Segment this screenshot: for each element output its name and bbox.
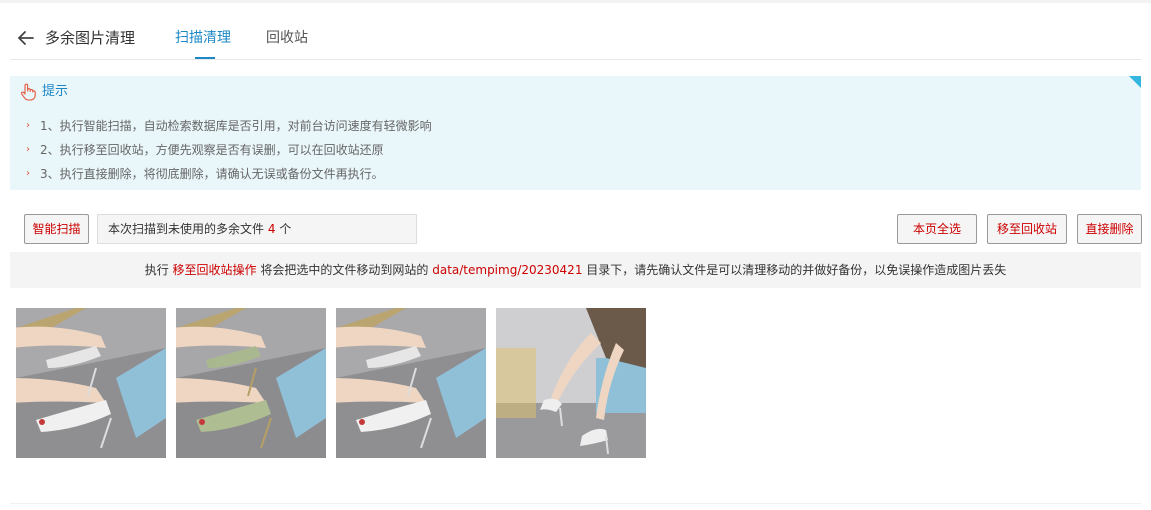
scan-result-summary: 本次扫描到未使用的多余文件 4 个 (97, 214, 417, 244)
bullet-icon: › (26, 144, 30, 155)
tip-item: › 2、执行移至回收站，方便先观察是否有误删，可以在回收站还原 (26, 138, 432, 162)
delete-button[interactable]: 直接删除 (1077, 214, 1142, 244)
notice-path: data/tempimg/20230421 (432, 263, 583, 277)
result-count: 4 (267, 222, 276, 236)
back-arrow-icon[interactable] (16, 28, 36, 48)
tip-text: 1、执行智能扫描，自动检索数据库是否引用，对前台访问速度有轻微影响 (40, 119, 432, 133)
active-tab-indicator (195, 57, 215, 59)
image-thumbnail[interactable] (16, 308, 166, 458)
notice-bar: 执行 移至回收站操作 将会把选中的文件移动到网站的 data/tempimg/2… (10, 252, 1141, 288)
image-thumbnail[interactable] (336, 308, 486, 458)
result-prefix: 本次扫描到未使用的多余文件 (108, 222, 265, 236)
tips-panel: 提示 › 1、执行智能扫描，自动检索数据库是否引用，对前台访问速度有轻微影响 › 2… (10, 76, 1141, 190)
tip-text: 3、执行直接删除，将彻底删除，请确认无误或备份文件再执行。 (40, 167, 384, 181)
bullet-icon: › (26, 120, 30, 131)
image-thumbnail[interactable] (496, 308, 646, 458)
page-title: 多余图片清理 (45, 29, 136, 47)
corner-marker (1129, 76, 1141, 88)
tab-recycle-bin[interactable]: 回收站 (266, 28, 308, 48)
move-to-recycle-button[interactable]: 移至回收站 (987, 214, 1067, 244)
image-thumbnail[interactable] (176, 308, 326, 458)
tab-scan-clean[interactable]: 扫描清理 (175, 28, 231, 48)
tip-item: › 3、执行直接删除，将彻底删除，请确认无误或备份文件再执行。 (26, 162, 432, 186)
select-page-button[interactable]: 本页全选 (897, 214, 977, 244)
hand-pointer-icon (18, 82, 38, 102)
tip-item: › 1、执行智能扫描，自动检索数据库是否引用，对前台访问速度有轻微影响 (26, 114, 432, 138)
result-suffix: 个 (279, 222, 292, 236)
notice-highlight: 移至回收站操作 (172, 263, 257, 277)
smart-scan-button[interactable]: 智能扫描 (24, 214, 89, 244)
page-header: 多余图片清理 扫描清理 回收站 (10, 14, 1141, 60)
bullet-icon: › (26, 168, 30, 179)
tip-text: 2、执行移至回收站，方便先观察是否有误删，可以在回收站还原 (40, 143, 384, 157)
notice-text: 将会把选中的文件移动到网站的 (260, 263, 429, 277)
notice-text: 执行 (144, 263, 169, 277)
bottom-divider (10, 503, 1141, 504)
tips-list: › 1、执行智能扫描，自动检索数据库是否引用，对前台访问速度有轻微影响 › 2、执行… (26, 114, 432, 186)
top-divider (0, 0, 1151, 3)
notice-text: 目录下，请先确认文件是可以清理移动的并做好备份，以免误操作造成图片丢失 (586, 263, 1007, 277)
tips-title: 提示 (42, 84, 69, 99)
